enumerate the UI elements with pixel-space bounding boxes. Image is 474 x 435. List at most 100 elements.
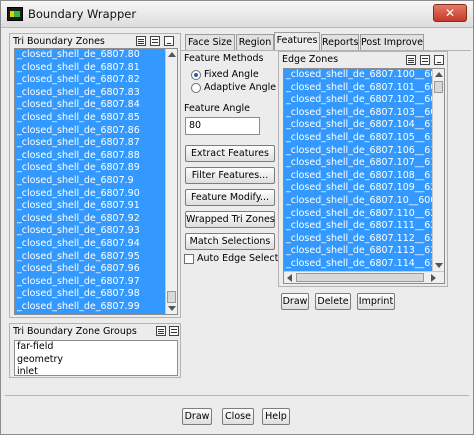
edge-zone-list-item[interactable]: _closed_shell_de_6807.109__620	[284, 182, 432, 195]
tri-zone-list-item[interactable]: _closed_shell_de_6807.97	[15, 275, 165, 289]
title-bar[interactable]: Boundary Wrapper ✕	[1, 1, 473, 28]
edge-zones-hscroll-thumb[interactable]	[296, 273, 424, 282]
tri-zone-list-item[interactable]: _closed_shell_de_6807.94	[15, 237, 165, 251]
tri-zone-list-item[interactable]: _closed_shell_de_6807.83	[15, 86, 165, 100]
edge-zones-rows: _closed_shell_de_6807.100__602 _closed_sh…	[284, 69, 432, 271]
tri-zone-list-item[interactable]: _closed_shell_de_6807.80	[15, 49, 165, 62]
wrapped-tri-zones-button[interactable]: Wrapped Tri Zones	[185, 211, 275, 228]
edge-zone-list-item[interactable]: _closed_shell_de_6807.101__604	[284, 81, 432, 95]
adaptive-angle-label[interactable]: Adaptive Angle	[204, 82, 276, 93]
adaptive-angle-radio[interactable]	[191, 83, 201, 93]
window-close-button[interactable]: ✕	[433, 4, 467, 22]
groups-deselect-all-icon[interactable]	[169, 326, 179, 336]
edge-select-all-icon[interactable]	[406, 55, 416, 65]
close-button[interactable]: Close	[222, 408, 254, 425]
tri-zone-list-item[interactable]: _closed_shell_de_6807.91	[15, 200, 165, 213]
help-button[interactable]: Help	[262, 408, 290, 425]
edge-zone-list-item[interactable]: _closed_shell_de_6807.10__600	[284, 194, 432, 208]
edge-imprint-button[interactable]: Imprint	[357, 293, 395, 310]
edge-zone-list-item[interactable]: _closed_shell_de_6807.103__608	[284, 106, 432, 120]
edge-zone-list-item[interactable]: _closed_shell_de_6807.100__602	[284, 69, 432, 82]
tab-region[interactable]: Region	[236, 34, 274, 50]
tri-zone-list-item[interactable]: _closed_shell_de_6807.9	[15, 174, 165, 188]
edge-zone-list-item[interactable]: _closed_shell_de_6807.112__626	[284, 232, 432, 246]
tri-zone-list-item[interactable]: _closed_shell_de_6807.92	[15, 212, 165, 226]
auto-edge-select-label[interactable]: Auto Edge Select	[197, 253, 278, 264]
edge-delete-button[interactable]: Delete	[315, 293, 351, 310]
edge-scroll-up-arrow-icon[interactable]	[435, 72, 443, 77]
edge-sort-icon[interactable]	[434, 55, 444, 65]
fixed-angle-label[interactable]: Fixed Angle	[204, 69, 259, 80]
draw-button[interactable]: Draw	[182, 408, 212, 425]
auto-edge-select-checkbox[interactable]	[184, 254, 194, 264]
groups-select-all-icon[interactable]	[156, 326, 166, 336]
edge-zone-list-item[interactable]: _closed_shell_de_6807.107__616	[284, 157, 432, 170]
tri-zone-list-item[interactable]: _closed_shell_de_6807.99	[15, 300, 165, 314]
tri-boundary-zone-groups-panel: Tri Boundary Zone Groups far-field geome…	[9, 323, 181, 378]
match-selections-button[interactable]: Match Selections	[185, 233, 275, 250]
boundary-wrapper-window: Boundary Wrapper ✕ Tri Boundary Zones _c…	[0, 0, 474, 435]
edge-zone-list-item[interactable]: _closed_shell_de_6807.102__606	[284, 94, 432, 107]
tri-zone-list-item[interactable]: _closed_shell_de_6807.88	[15, 149, 165, 163]
feature-methods-label: Feature Methods	[184, 53, 264, 64]
filter-features-button[interactable]: Filter Features...	[185, 167, 275, 184]
edge-zone-list-item[interactable]: _closed_shell_de_6807.108__618	[284, 169, 432, 183]
edge-zone-list-item[interactable]: _closed_shell_de_6807.113__628	[284, 245, 432, 258]
fixed-angle-radio[interactable]	[191, 70, 201, 80]
edge-zone-list-item[interactable]: _closed_shell_de_6807.106__614	[284, 144, 432, 158]
tri-boundary-zone-groups-label: Tri Boundary Zone Groups	[13, 326, 137, 337]
scroll-down-arrow-icon[interactable]	[168, 306, 176, 311]
tri-zone-list-item[interactable]: _closed_shell_de_6807.81	[15, 61, 165, 75]
tri-zone-list-item[interactable]: _closed_shell_de_6807.93	[15, 225, 165, 238]
sort-icon[interactable]	[164, 36, 174, 46]
edge-zone-list-item[interactable]: _closed_shell_de_6807.104__610	[284, 119, 432, 132]
tri-zone-list-item[interactable]: _closed_shell_de_6807.84	[15, 99, 165, 112]
tab-post-improve[interactable]: Post Improve	[360, 34, 424, 50]
select-all-icon[interactable]	[136, 36, 146, 46]
group-item-far-field[interactable]: far-field	[15, 341, 177, 354]
edge-zones-label: Edge Zones	[282, 54, 339, 65]
edge-zone-list-item[interactable]: _closed_shell_de_6807.110__622	[284, 207, 432, 221]
tri-zones-scrollbar[interactable]	[165, 49, 177, 314]
scroll-up-arrow-icon[interactable]	[168, 52, 176, 57]
tri-zone-list-item[interactable]: _closed_shell_de_6807.96	[15, 263, 165, 276]
group-item-inlet[interactable]: inlet	[15, 366, 177, 375]
deselect-all-icon[interactable]	[150, 36, 160, 46]
edge-draw-button[interactable]: Draw	[281, 293, 309, 310]
tab-features[interactable]: Features	[274, 32, 320, 50]
extract-features-button[interactable]: Extract Features	[185, 145, 275, 162]
tri-zone-list-item[interactable]: _closed_shell_de_6807.90	[15, 187, 165, 201]
feature-angle-label: Feature Angle	[184, 103, 250, 114]
feature-angle-input[interactable]: 80	[185, 117, 260, 135]
tri-boundary-zones-panel: Tri Boundary Zones _closed_shell_de_6807…	[9, 33, 181, 318]
group-item-geometry[interactable]: geometry	[15, 354, 177, 367]
edge-zones-scroll-thumb[interactable]	[434, 81, 443, 93]
edge-zones-horizontal-scrollbar[interactable]	[284, 271, 444, 283]
tri-boundary-zones-rows: _closed_shell_de_6807.80 _closed_shell_de…	[15, 49, 165, 314]
footer-separator	[5, 395, 469, 396]
tri-zone-list-item[interactable]: _closed_shell_de_6807.82	[15, 74, 165, 87]
feature-modify-button[interactable]: Feature Modify...	[185, 189, 275, 206]
tri-zone-list-item[interactable]: _closed_shell_de_6807.87	[15, 137, 165, 150]
edge-zones-list[interactable]: _closed_shell_de_6807.100__602 _closed_sh…	[283, 68, 445, 284]
tab-face-size[interactable]: Face Size	[185, 34, 235, 50]
tri-boundary-zone-groups-list[interactable]: far-field geometry inlet	[14, 340, 178, 376]
edge-scroll-down-arrow-icon[interactable]	[435, 263, 443, 268]
tri-zone-list-item[interactable]: _closed_shell_de_6807.89	[15, 162, 165, 175]
tri-zone-list-item[interactable]: _closed_shell_de_6807.98	[15, 288, 165, 301]
tri-boundary-zones-list[interactable]: _closed_shell_de_6807.80 _closed_shell_de…	[14, 48, 178, 315]
window-title: Boundary Wrapper	[28, 7, 137, 21]
app-icon	[7, 7, 23, 21]
tab-reports[interactable]: Reports	[321, 34, 359, 50]
tri-zone-list-item[interactable]: _closed_shell_de_6807.85	[15, 111, 165, 125]
edge-deselect-all-icon[interactable]	[420, 55, 430, 65]
scroll-left-arrow-icon[interactable]	[287, 274, 292, 282]
tri-zone-list-item[interactable]: _closed_shell_de_6807.86	[15, 124, 165, 138]
edge-zone-list-item[interactable]: _closed_shell_de_6807.111__624	[284, 220, 432, 233]
scroll-right-arrow-icon[interactable]	[431, 274, 436, 282]
tri-zones-scroll-thumb[interactable]	[167, 291, 176, 303]
tri-zone-list-item[interactable]: _closed_shell_de_6807.95	[15, 250, 165, 264]
edge-zone-list-item[interactable]: _closed_shell_de_6807.114__632	[284, 257, 432, 271]
edge-zones-vertical-scrollbar[interactable]	[432, 69, 444, 271]
edge-zone-list-item[interactable]: _closed_shell_de_6807.105__612	[284, 131, 432, 145]
